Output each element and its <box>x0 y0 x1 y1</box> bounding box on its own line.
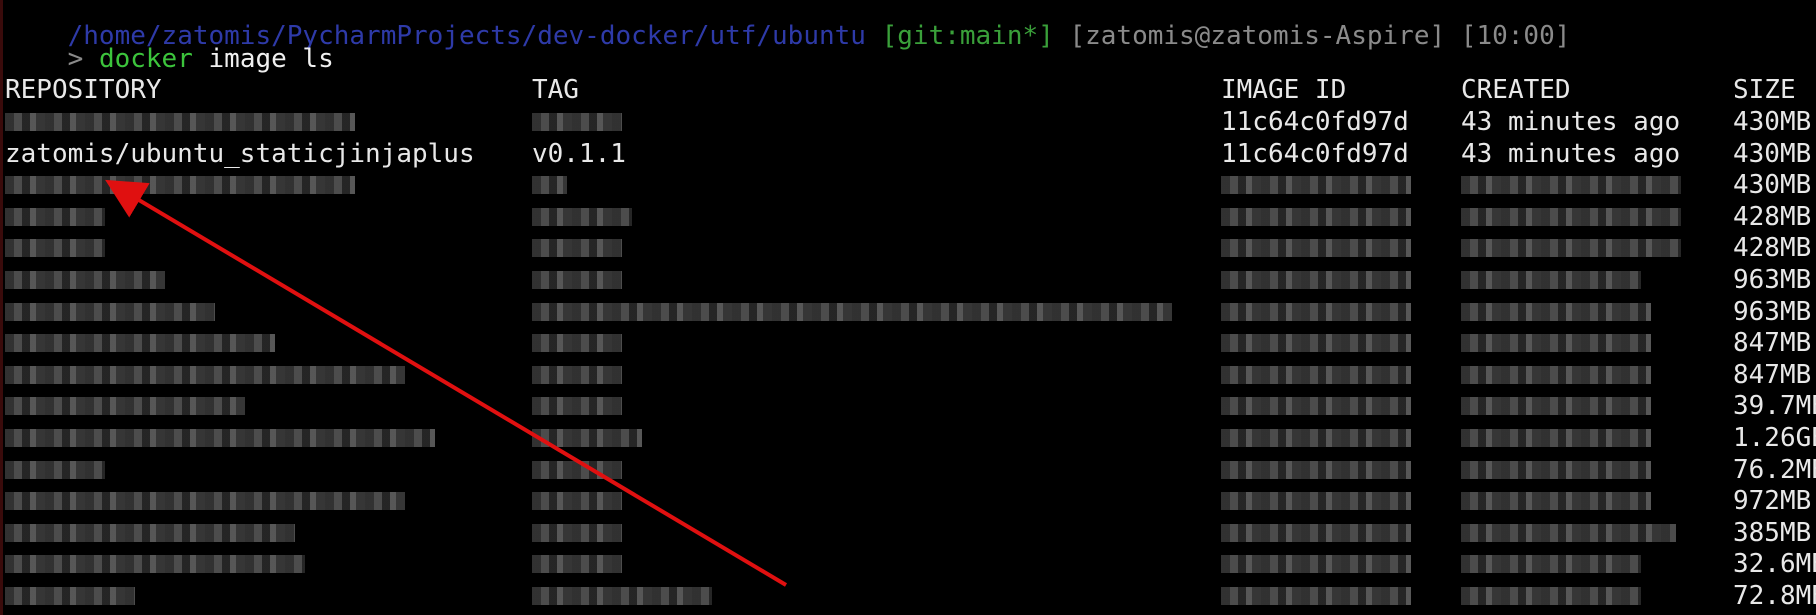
annotation-arrow <box>105 179 788 587</box>
arrow-line <box>105 179 788 587</box>
terminal-window[interactable]: /home/zatomis/PycharmProjects/dev-docker… <box>0 0 1816 615</box>
